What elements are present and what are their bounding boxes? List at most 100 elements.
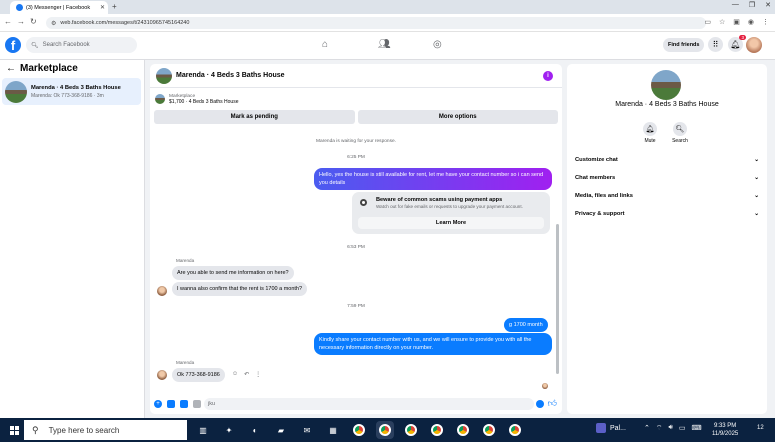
bookmark-star-icon[interactable]: ☆ xyxy=(719,18,725,26)
customize-chat-row[interactable]: Customize chat ⌄ xyxy=(575,157,759,163)
conversation-preview: Marenda: Ok 773-368-9186 · 3m xyxy=(31,92,104,99)
listing-banner[interactable]: Marketplace $1,700 · 4 Beds 3 Baths Hous… xyxy=(150,89,562,109)
more-icon[interactable]: ⋮ xyxy=(255,371,261,378)
cast-icon[interactable]: ▭ xyxy=(704,18,711,26)
notification-center-badge[interactable]: 12 xyxy=(757,425,764,431)
battery-icon[interactable]: ▭ xyxy=(679,424,686,433)
chat-header: Marenda · 4 Beds 3 Baths House i xyxy=(150,64,562,88)
chrome-icon[interactable] xyxy=(428,421,446,439)
details-name: Marenda · 4 Beds 3 Baths House xyxy=(615,101,719,108)
message-input[interactable]: jku xyxy=(204,398,534,410)
incoming-message[interactable]: I wanna also confirm that the rent is 17… xyxy=(172,282,308,296)
profile-icon[interactable]: ◉ xyxy=(748,18,754,26)
search-conversation-button[interactable]: 🔍︎ Search xyxy=(665,122,695,144)
contact-avatar[interactable] xyxy=(157,370,167,380)
outgoing-message[interactable]: Kindly share your contact number with us… xyxy=(314,333,552,355)
account-avatar[interactable] xyxy=(746,37,762,53)
window-controls: — ❐ ✕ xyxy=(732,1,771,9)
listing-actions: Mark as pending More options xyxy=(154,110,558,124)
copilot-icon[interactable]: ✦ xyxy=(220,421,238,439)
forward-arrow-icon[interactable]: → xyxy=(17,17,25,26)
outgoing-message[interactable]: g 1700 month xyxy=(504,318,548,332)
gif-icon[interactable] xyxy=(193,400,201,408)
groups-icon[interactable]: ◎ xyxy=(433,39,442,50)
network-icon[interactable]: ⌔ xyxy=(656,424,663,433)
add-icon[interactable]: + xyxy=(154,400,162,408)
chrome-icon[interactable] xyxy=(376,421,394,439)
taskbar-clock[interactable]: 9:33 PM 11/9/2025 xyxy=(712,422,738,438)
outgoing-message[interactable]: Hello, yes the house is still available … xyxy=(314,168,552,190)
house-thumbnail xyxy=(5,80,27,103)
conversation-item[interactable]: Marenda · 4 Beds 3 Baths House Marenda: … xyxy=(2,78,141,105)
menu-grid-icon[interactable]: ⠿ xyxy=(708,37,723,52)
url-field[interactable]: ⚙ web.facebook.com/messages/t/2431096574… xyxy=(46,17,706,29)
file-explorer-icon[interactable]: ▰ xyxy=(272,421,290,439)
timestamp: 6:53 PM xyxy=(347,245,365,250)
chrome-icon[interactable] xyxy=(506,421,524,439)
minimize-button[interactable]: — xyxy=(732,1,739,9)
scam-warning-title: Beware of common scams using payment app… xyxy=(376,197,503,203)
volume-icon[interactable]: 🔊︎ xyxy=(668,424,672,433)
notifications-bell-icon[interactable]: 🔔︎ 3 xyxy=(728,35,746,52)
home-icon[interactable]: ⌂ xyxy=(322,39,328,50)
url-text: web.facebook.com/messages/t/243109657451… xyxy=(60,20,190,26)
learn-more-button[interactable]: Learn More xyxy=(358,217,544,229)
chrome-icon[interactable] xyxy=(454,421,472,439)
contact-avatar[interactable] xyxy=(157,286,167,296)
edge-icon[interactable]: ◐ xyxy=(246,421,264,439)
taskbar-search-input[interactable]: ⚲ Type here to search xyxy=(24,420,187,440)
emoji-icon[interactable] xyxy=(536,400,544,408)
sticker-icon[interactable] xyxy=(180,400,188,408)
reload-icon[interactable]: ↻ xyxy=(30,17,37,26)
back-arrow-icon[interactable]: ← xyxy=(4,17,12,26)
like-icon[interactable]: 👍︎ xyxy=(548,398,557,409)
chrome-icon[interactable] xyxy=(350,421,368,439)
photo-icon[interactable] xyxy=(167,400,175,408)
extensions-icon[interactable]: ▣ xyxy=(733,18,740,26)
incoming-message[interactable]: Are you able to send me information on h… xyxy=(172,266,294,280)
store-icon[interactable]: ▦ xyxy=(324,421,342,439)
task-view-icon[interactable]: ▥ xyxy=(194,421,212,439)
maximize-button[interactable]: ❐ xyxy=(749,1,755,9)
incoming-message[interactable]: Ok 773-368-9186 xyxy=(172,368,225,382)
facebook-logo[interactable]: f xyxy=(5,37,21,53)
search-icon: ⚲ xyxy=(32,424,39,435)
privacy-support-row[interactable]: Privacy & support ⌄ xyxy=(575,211,759,217)
mail-icon[interactable]: ✉ xyxy=(298,421,316,439)
mark-pending-button[interactable]: Mark as pending xyxy=(154,110,355,124)
windows-start-icon[interactable] xyxy=(10,425,19,435)
friends-icon[interactable]: 👥︎ xyxy=(378,39,391,50)
chat-members-row[interactable]: Chat members ⌄ xyxy=(575,175,759,181)
notification-badge: 3 xyxy=(739,35,746,40)
find-friends-button[interactable]: Find friends xyxy=(663,38,705,52)
media-files-row[interactable]: Media, files and links ⌄ xyxy=(575,193,759,199)
house-thumbnail[interactable] xyxy=(156,67,172,84)
chevron-down-icon: ⌄ xyxy=(754,175,759,181)
mute-button[interactable]: 🔔︎ Mute xyxy=(635,122,665,144)
chat-scrollbar[interactable] xyxy=(556,224,559,374)
site-info-icon[interactable]: ⚙ xyxy=(51,20,56,27)
scam-warning-text: Watch out for fake emails or requests to… xyxy=(376,204,523,209)
system-tray: ⌃ ⌔ 🔊︎ ▭ ⌨ xyxy=(644,424,702,433)
browser-tab[interactable]: (3) Messenger | Facebook ✕ xyxy=(10,1,108,14)
more-options-button[interactable]: More options xyxy=(357,110,558,124)
chat-title[interactable]: Marenda · 4 Beds 3 Baths House xyxy=(176,72,285,79)
chevron-down-icon: ⌄ xyxy=(754,193,759,199)
menu-dots-icon[interactable]: ⋮ xyxy=(762,18,769,26)
close-window-button[interactable]: ✕ xyxy=(765,1,771,9)
chevron-up-icon[interactable]: ⌃ xyxy=(644,424,650,433)
chrome-icon[interactable] xyxy=(402,421,420,439)
back-arrow-icon[interactable]: ← xyxy=(6,63,16,74)
facebook-search-input[interactable]: 🔍︎ Search Facebook xyxy=(26,37,137,53)
react-icon[interactable]: ☺ xyxy=(232,371,238,378)
conversation-name: Marenda · 4 Beds 3 Baths House xyxy=(31,84,121,91)
browser-tab-bar: (3) Messenger | Facebook ✕ + — ❐ ✕ xyxy=(0,0,775,14)
chrome-icon[interactable] xyxy=(480,421,498,439)
tab-close-icon[interactable]: ✕ xyxy=(100,4,105,11)
section-label: Privacy & support xyxy=(575,211,625,217)
reply-icon[interactable]: ↶ xyxy=(244,371,249,378)
new-tab-button[interactable]: + xyxy=(112,2,117,11)
conversation-info-icon[interactable]: i xyxy=(543,71,553,81)
pal-app[interactable]: Pal... xyxy=(596,423,626,433)
language-icon[interactable]: ⌨ xyxy=(692,424,702,433)
